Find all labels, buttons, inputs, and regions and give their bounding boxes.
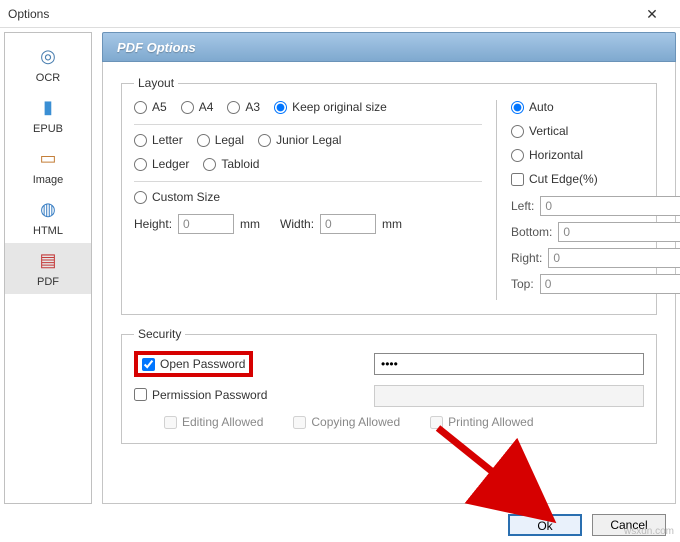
window-title: Options: [8, 7, 632, 21]
copying-allowed-checkbox[interactable]: Copying Allowed: [293, 415, 400, 429]
permission-password-input[interactable]: [374, 385, 644, 407]
ok-button[interactable]: Ok: [508, 514, 582, 536]
watermark: wsxdn.com: [624, 526, 674, 537]
main-panel: PDF Options Layout A5 A4 A3 Keep origina…: [102, 32, 676, 504]
category-sidebar: ◎ OCR ▮ EPUB ▭ Image ◍ HTML ▤ PDF: [4, 32, 92, 504]
margin-right-input[interactable]: [548, 248, 680, 268]
sidebar-item-label: EPUB: [33, 123, 63, 135]
sidebar-item-label: OCR: [36, 72, 60, 84]
margin-bottom-label: Bottom:: [511, 225, 552, 239]
layout-legend: Layout: [134, 76, 178, 90]
close-icon[interactable]: ✕: [632, 0, 672, 28]
sidebar-item-ocr[interactable]: ◎ OCR: [5, 39, 91, 90]
open-password-input[interactable]: [374, 353, 644, 375]
sidebar-item-pdf[interactable]: ▤ PDF: [5, 243, 91, 294]
size-a5[interactable]: A5: [134, 100, 167, 114]
sidebar-item-label: Image: [33, 174, 64, 186]
layout-group: Layout A5 A4 A3 Keep original size Lette…: [121, 76, 657, 315]
security-group: Security Open Password Permission Passwo…: [121, 327, 657, 444]
sidebar-item-label: HTML: [33, 225, 63, 237]
width-label: Width:: [280, 217, 314, 231]
sidebar-item-html[interactable]: ◍ HTML: [5, 192, 91, 243]
sidebar-item-image[interactable]: ▭ Image: [5, 141, 91, 192]
height-label: Height:: [134, 217, 172, 231]
margin-right-label: Right:: [511, 251, 542, 265]
size-a3[interactable]: A3: [227, 100, 260, 114]
margin-top-label: Top:: [511, 277, 534, 291]
size-legal[interactable]: Legal: [197, 133, 244, 147]
margin-bottom-input[interactable]: [558, 222, 680, 242]
size-letter[interactable]: Letter: [134, 133, 183, 147]
sidebar-item-label: PDF: [37, 276, 59, 288]
dialog-footer: Ok Cancel: [0, 508, 680, 542]
security-legend: Security: [134, 327, 185, 341]
epub-icon: ▮: [35, 94, 61, 120]
editing-allowed-checkbox[interactable]: Editing Allowed: [164, 415, 263, 429]
size-custom[interactable]: Custom Size: [134, 190, 220, 204]
ocr-icon: ◎: [35, 43, 61, 69]
panel-title: PDF Options: [102, 32, 676, 62]
margin-left-input[interactable]: [540, 196, 680, 216]
height-input[interactable]: [178, 214, 234, 234]
sidebar-item-epub[interactable]: ▮ EPUB: [5, 90, 91, 141]
permission-password-checkbox[interactable]: Permission Password: [134, 388, 267, 402]
printing-allowed-checkbox[interactable]: Printing Allowed: [430, 415, 533, 429]
width-input[interactable]: [320, 214, 376, 234]
pdf-icon: ▤: [35, 247, 61, 273]
size-tabloid[interactable]: Tabloid: [203, 157, 259, 171]
margin-top-input[interactable]: [540, 274, 680, 294]
open-password-highlight: Open Password: [134, 351, 253, 377]
orientation-auto[interactable]: Auto: [511, 100, 554, 114]
width-unit: mm: [382, 217, 402, 231]
size-a4[interactable]: A4: [181, 100, 214, 114]
size-keep-original[interactable]: Keep original size: [274, 100, 387, 114]
size-junior-legal[interactable]: Junior Legal: [258, 133, 341, 147]
margin-left-label: Left:: [511, 199, 534, 213]
height-unit: mm: [240, 217, 260, 231]
orientation-horizontal[interactable]: Horizontal: [511, 148, 583, 162]
orientation-vertical[interactable]: Vertical: [511, 124, 568, 138]
titlebar: Options ✕: [0, 0, 680, 28]
open-password-checkbox[interactable]: Open Password: [142, 357, 245, 371]
size-ledger[interactable]: Ledger: [134, 157, 189, 171]
html-icon: ◍: [35, 196, 61, 222]
image-icon: ▭: [35, 145, 61, 171]
cut-edge-checkbox[interactable]: Cut Edge(%): [511, 172, 598, 186]
